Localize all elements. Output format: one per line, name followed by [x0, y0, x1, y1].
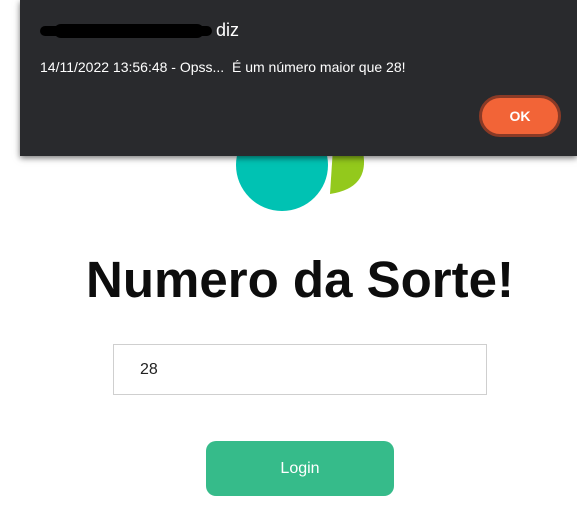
alert-origin-suffix: diz: [216, 20, 240, 40]
login-button[interactable]: Login: [206, 441, 394, 496]
redacted-origin: [40, 24, 212, 39]
ok-button[interactable]: OK: [479, 95, 561, 137]
number-input[interactable]: [113, 344, 487, 395]
page-title: Numero da Sorte!: [86, 251, 514, 308]
alert-dialog: diz 14/11/2022 13:56:48 - Opss... É um n…: [20, 0, 577, 156]
alert-message: 14/11/2022 13:56:48 - Opss... É um númer…: [40, 59, 406, 75]
alert-origin: diz: [40, 19, 239, 41]
